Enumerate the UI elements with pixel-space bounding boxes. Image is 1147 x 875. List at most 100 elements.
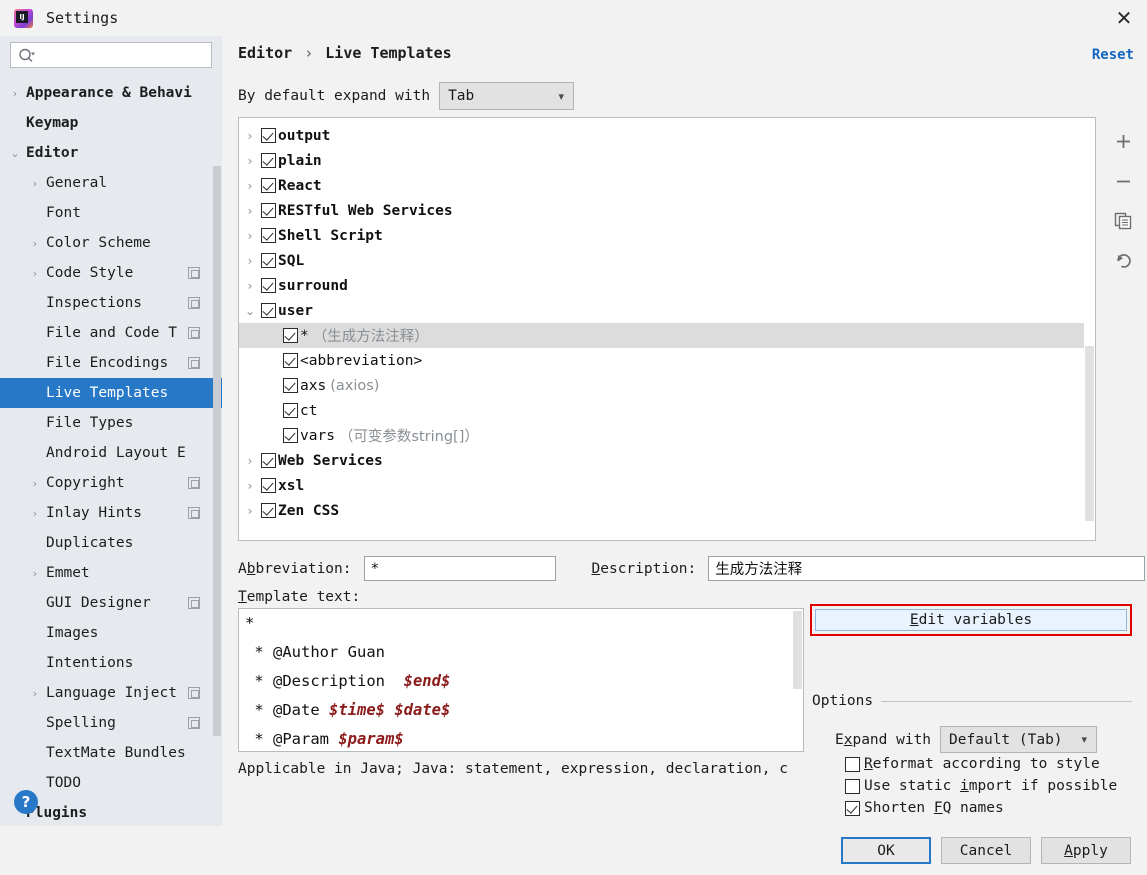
sidebar-item-color-scheme[interactable]: › Color Scheme [0,228,222,258]
template-enabled-checkbox[interactable] [261,478,276,493]
template-enabled-checkbox[interactable] [261,503,276,518]
template-tree-row[interactable]: axs (axios) [239,373,1095,398]
template-tree-row[interactable]: › surround [239,273,1095,298]
template-enabled-checkbox[interactable] [261,153,276,168]
option-checkbox[interactable] [845,778,860,794]
sidebar-scrollbar-thumb[interactable] [213,166,221,736]
chevron-right-icon[interactable]: › [28,567,42,580]
description-input[interactable]: 生成方法注释 [708,556,1146,581]
sidebar-item-emmet[interactable]: › Emmet [0,558,222,588]
template-enabled-checkbox[interactable] [261,253,276,268]
template-tree-row[interactable]: › Web Services [239,448,1095,473]
apply-button[interactable]: Apply [1041,837,1131,864]
option-shorten-fq-names[interactable]: Shorten FQ names [845,800,1004,816]
duplicate-template-button[interactable] [1107,205,1139,237]
edit-variables-button[interactable]: Edit variables [815,609,1127,631]
chevron-right-icon[interactable]: › [239,154,261,168]
option-reformat-according-to-style[interactable]: Reformat according to style [845,756,1100,772]
sidebar-item-copyright[interactable]: › Copyright [0,468,222,498]
chevron-right-icon[interactable]: › [239,117,261,118]
template-enabled-checkbox[interactable] [261,303,276,318]
template-text-editor[interactable]: * * @Author Guan * @Description $end$ * … [238,608,804,752]
breadcrumb-root[interactable]: Editor [238,44,292,62]
default-expand-dropdown[interactable]: Tab ▾ [439,82,575,110]
expand-with-dropdown[interactable]: Default (Tab) ▾ [940,726,1098,753]
chevron-right-icon[interactable]: › [239,479,261,493]
chevron-down-icon[interactable]: ⌄ [239,304,261,318]
template-tree-scrollbar[interactable] [1084,118,1095,540]
chevron-right-icon[interactable]: › [28,237,42,250]
sidebar-item-language-inject[interactable]: › Language Inject [0,678,222,708]
chevron-right-icon[interactable]: › [28,687,42,700]
template-tree-row[interactable]: ct [239,398,1095,423]
chevron-right-icon[interactable]: › [239,179,261,193]
template-tree-row[interactable]: › output [239,123,1095,148]
sidebar-item-appearance-behavi[interactable]: › Appearance & Behavi [0,78,222,108]
chevron-right-icon[interactable]: › [239,454,261,468]
sidebar-item-code-style[interactable]: › Code Style [0,258,222,288]
chevron-right-icon[interactable]: › [8,87,22,100]
sidebar-item-inspections[interactable]: Inspections [0,288,222,318]
chevron-right-icon[interactable]: › [239,229,261,243]
sidebar-item-gui-designer[interactable]: GUI Designer [0,588,222,618]
abbreviation-input[interactable]: * [363,556,556,581]
template-tree-row[interactable]: › Zen CSS [239,498,1095,523]
sidebar-item-file-and-code-t[interactable]: File and Code T [0,318,222,348]
template-enabled-checkbox[interactable] [283,403,298,418]
sidebar-item-inlay-hints[interactable]: › Inlay Hints [0,498,222,528]
close-icon[interactable]: ✕ [1101,0,1147,36]
chevron-right-icon[interactable]: › [239,204,261,218]
template-enabled-checkbox[interactable] [283,428,298,443]
chevron-down-icon[interactable]: ⌄ [8,147,22,160]
sidebar-scrollbar[interactable] [212,36,222,826]
chevron-right-icon[interactable]: › [239,504,261,518]
sidebar-item-editor[interactable]: ⌄ Editor [0,138,222,168]
sidebar-item-spelling[interactable]: Spelling [0,708,222,738]
sidebar-item-intentions[interactable]: Intentions [0,648,222,678]
sidebar-item-keymap[interactable]: Keymap [0,108,222,138]
help-icon[interactable]: ? [14,790,38,814]
template-enabled-checkbox[interactable] [261,453,276,468]
chevron-right-icon[interactable]: › [239,129,261,143]
chevron-right-icon[interactable]: › [239,279,261,293]
template-enabled-checkbox[interactable] [283,378,298,393]
sidebar-item-file-types[interactable]: File Types [0,408,222,438]
template-tree-row[interactable]: › Shell Script [239,223,1095,248]
search-input[interactable] [10,42,212,68]
template-enabled-checkbox[interactable] [261,278,276,293]
chevron-right-icon[interactable]: › [28,177,42,190]
template-tree-scrollbar-track[interactable] [1084,118,1095,346]
sidebar-item-textmate-bundles[interactable]: TextMate Bundles [0,738,222,768]
remove-template-button[interactable] [1107,165,1139,197]
template-enabled-checkbox[interactable] [261,128,276,143]
add-template-button[interactable] [1107,125,1139,157]
option-checkbox[interactable] [845,756,860,772]
restore-defaults-button[interactable] [1107,245,1139,277]
template-tree-row[interactable]: <abbreviation> [239,348,1095,373]
option-use-static-import[interactable]: Use static import if possible [845,778,1117,794]
chevron-right-icon[interactable]: › [239,254,261,268]
template-tree-row[interactable]: ⌄ user [239,298,1095,323]
sidebar-item-file-encodings[interactable]: File Encodings [0,348,222,378]
template-tree-row[interactable]: › React [239,173,1095,198]
template-tree-row[interactable]: › RESTful Web Services [239,198,1095,223]
sidebar-item-android-layout-e[interactable]: Android Layout E [0,438,222,468]
chevron-right-icon[interactable]: › [28,477,42,490]
template-enabled-checkbox[interactable] [261,178,276,193]
template-tree-row[interactable]: › xsl [239,473,1095,498]
template-tree-row[interactable]: › SQL [239,248,1095,273]
template-text-scrollbar-thumb[interactable] [793,611,802,689]
template-enabled-checkbox[interactable] [261,228,276,243]
sidebar-item-font[interactable]: Font [0,198,222,228]
template-enabled-checkbox[interactable] [261,117,276,118]
chevron-right-icon[interactable]: › [28,507,42,520]
template-tree-row[interactable]: * （生成方法注释） [239,323,1095,348]
sidebar-item-live-templates[interactable]: Live Templates [0,378,222,408]
template-tree-row[interactable]: vars （可变参数string[]） [239,423,1095,448]
template-tree-panel[interactable]: › other › output › plain › React › RESTful Web Se… [238,117,1096,541]
chevron-right-icon[interactable]: › [28,267,42,280]
sidebar-item-general[interactable]: › General [0,168,222,198]
template-tree-row[interactable]: › plain [239,148,1095,173]
option-checkbox[interactable] [845,800,860,816]
template-enabled-checkbox[interactable] [261,203,276,218]
